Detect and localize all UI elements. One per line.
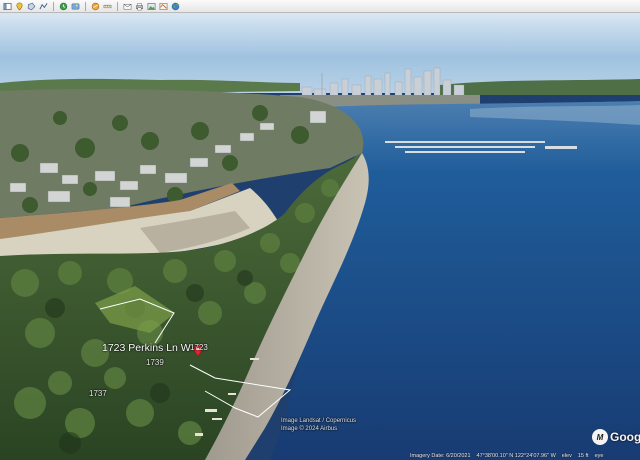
ruler-icon[interactable] (102, 2, 113, 11)
historical-imagery-icon[interactable] (58, 2, 69, 11)
status-bar: Imagery Date: 6/20/2021 47°38'00.10" N 1… (410, 451, 603, 460)
view-in-maps-icon[interactable] (158, 2, 169, 11)
toolbar-separator (53, 1, 54, 11)
toolbar-separator (85, 1, 86, 11)
logo-wordmark: Goog (610, 430, 640, 444)
imagery-date: Imagery Date: 6/20/2021 (410, 452, 471, 459)
top-toolbar (0, 0, 640, 13)
add-placemark-icon[interactable] (14, 2, 25, 11)
print-icon[interactable] (134, 2, 145, 11)
add-path-icon[interactable] (38, 2, 49, 11)
sunlight-icon[interactable] (70, 2, 81, 11)
save-image-icon[interactable] (146, 2, 157, 11)
eye-altitude-label: eye (594, 452, 604, 459)
imagery-attribution: Image Landsat / Copernicus Image © 2024 … (281, 417, 356, 433)
watermark-logo: M Goog (592, 428, 640, 446)
elevation-label: elev (561, 452, 572, 459)
lot-number-label: 1737 (89, 389, 107, 398)
switch-to-sky-icon[interactable] (90, 2, 101, 11)
lot-number-label: 1739 (146, 358, 164, 367)
parcel-number-label: 1723 (190, 343, 208, 352)
add-polygon-icon[interactable] (26, 2, 37, 11)
toolbar-separator (117, 1, 118, 11)
elevation-value: 15 ft (577, 452, 589, 459)
parcel-address-label[interactable]: 1723 Perkins Ln W (102, 342, 191, 354)
attribution-line: Image © 2024 Airbus (281, 426, 338, 432)
cursor-coordinates: 47°38'00.10" N 122°24'07.96" W (476, 452, 556, 459)
logo-badge: M (592, 429, 608, 445)
earth-globe-icon[interactable] (170, 2, 181, 11)
attribution-line: Image Landsat / Copernicus (281, 418, 357, 424)
sidebar-icon[interactable] (2, 2, 13, 11)
email-icon[interactable] (122, 2, 133, 11)
